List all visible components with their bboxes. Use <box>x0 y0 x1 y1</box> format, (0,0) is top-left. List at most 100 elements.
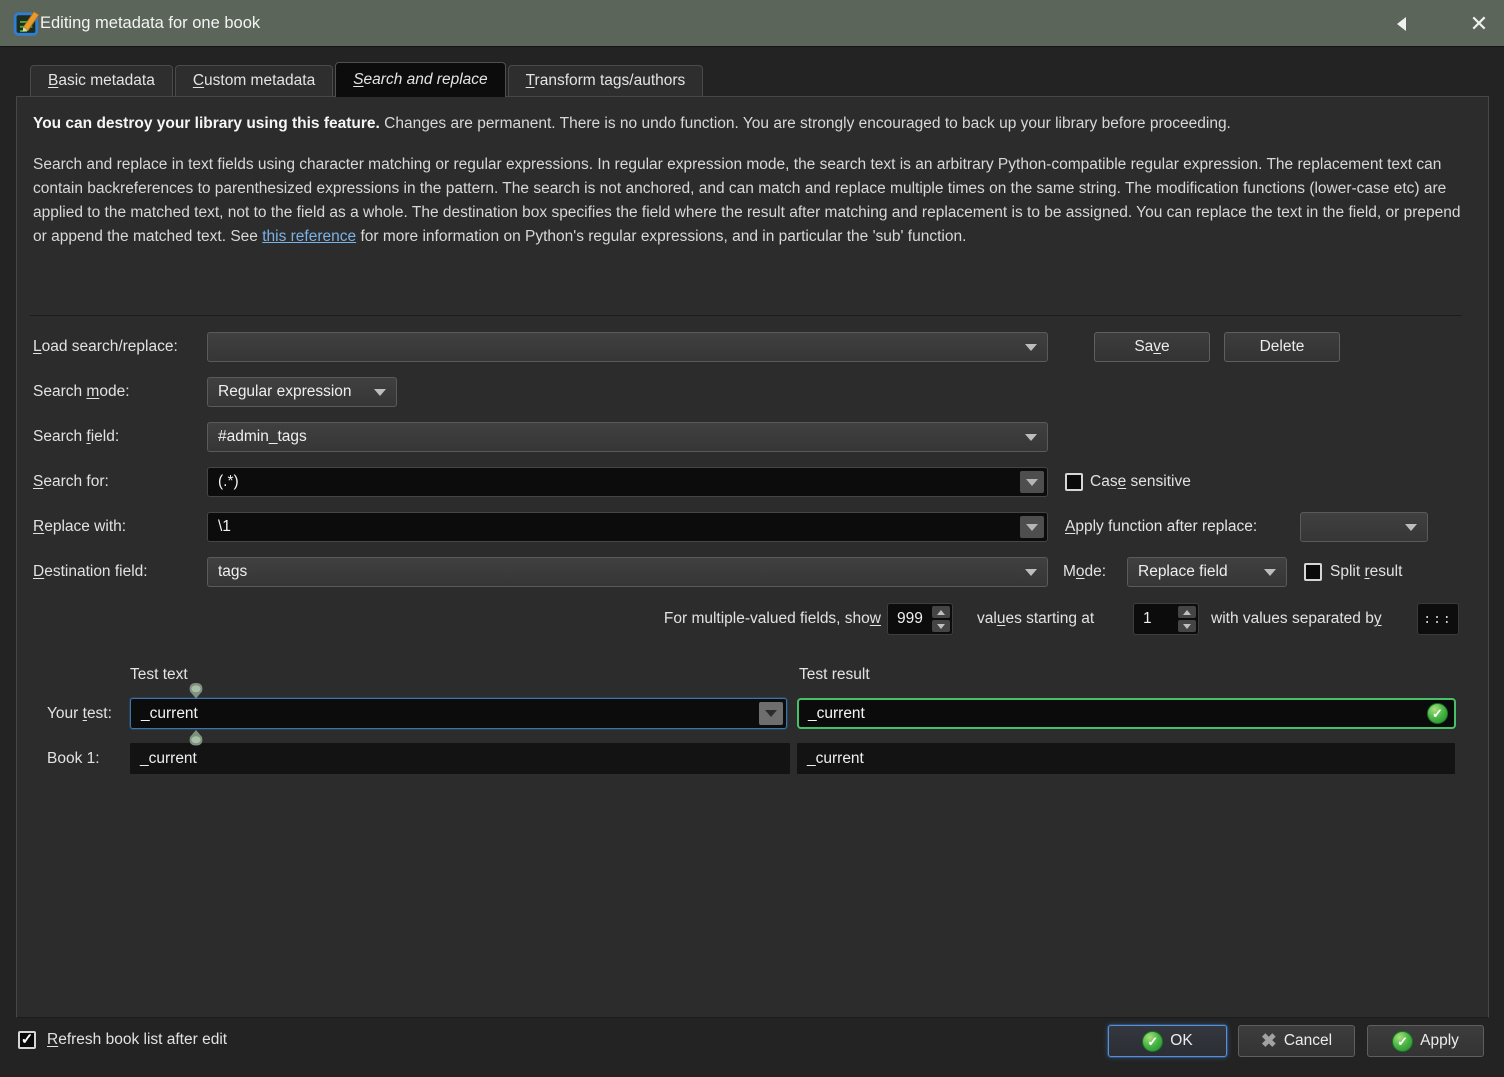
chevron-down-icon <box>1264 568 1276 576</box>
your-test-label: Your test: <box>47 705 112 722</box>
chevron-down-button[interactable] <box>1020 471 1044 493</box>
refresh-book-list-control[interactable]: ✓ Refresh book list after edit <box>18 1031 227 1049</box>
refresh-book-list-checkbox[interactable]: ✓ <box>18 1031 36 1049</box>
collapse-window-button[interactable] <box>1388 12 1414 36</box>
replace-with-row: Replace with: \1 Apply function after re… <box>0 512 1504 542</box>
collapse-arrow-icon <box>1396 17 1406 31</box>
search-mode-combo[interactable]: Regular expression <box>207 377 397 407</box>
chevron-down-icon <box>1026 523 1038 531</box>
chevron-down-icon <box>1026 478 1038 486</box>
replace-with-label: Replace with: <box>33 518 127 535</box>
text-selection-handle-top-icon[interactable] <box>185 682 207 699</box>
search-field-label: Search field: <box>33 428 120 445</box>
multi-show-label: For multiple-valued fields, show <box>663 610 881 627</box>
ok-check-icon: ✓ <box>1142 1030 1164 1052</box>
book1-test-result-field: _current <box>797 743 1455 774</box>
search-for-value: (.*) <box>218 473 239 490</box>
close-button[interactable]: ✕ <box>1460 6 1498 42</box>
destination-field-combo[interactable]: tags <box>207 557 1048 587</box>
your-test-row: Your test: _current _current ✓ <box>0 698 1504 729</box>
chevron-down-icon <box>374 388 386 396</box>
values-starting-at-label: values starting at <box>977 610 1095 627</box>
ok-button[interactable]: ✓ OK <box>1108 1025 1227 1057</box>
apply-check-icon: ✓ <box>1392 1030 1414 1052</box>
your-test-input[interactable]: _current <box>130 698 787 729</box>
search-field-row: Search field: #admin_tags <box>0 422 1504 452</box>
edit-metadata-icon <box>13 11 40 36</box>
save-button[interactable]: Save <box>1094 332 1210 362</box>
book1-test-text-value: _current <box>140 749 197 767</box>
start-at-spinbox[interactable]: 1 <box>1133 603 1199 635</box>
apply-button[interactable]: ✓ Apply <box>1367 1025 1484 1057</box>
split-result-label[interactable]: Split result <box>1330 557 1402 587</box>
chevron-down-icon <box>1405 523 1417 531</box>
search-mode-row: Search mode: Regular expression <box>0 377 1504 407</box>
apply-function-label: Apply function after replace: <box>1065 518 1258 535</box>
reference-link[interactable]: this reference <box>262 228 356 245</box>
spin-down-button[interactable] <box>1178 620 1196 632</box>
cancel-button[interactable]: ✖ Cancel <box>1238 1025 1355 1057</box>
warning-text: You can destroy your library using this … <box>33 112 1465 136</box>
separated-by-label: with values separated by <box>1211 610 1382 627</box>
test-result-header: Test result <box>799 666 870 683</box>
search-field-value: #admin_tags <box>218 428 307 445</box>
tab-transform-tags-authors[interactable]: Transform tags/authors <box>507 65 704 96</box>
chevron-down-button[interactable] <box>759 702 783 725</box>
load-search-replace-combo[interactable] <box>207 332 1048 362</box>
replace-with-value: \1 <box>218 518 231 535</box>
book1-test-result-value: _current <box>807 749 864 767</box>
spin-down-icon <box>1183 623 1191 629</box>
your-test-value: _current <box>141 704 198 722</box>
destination-field-value: tags <box>218 563 248 580</box>
multi-show-value: 999 <box>897 610 923 627</box>
tab-search-and-replace[interactable]: Search and replace <box>335 62 506 97</box>
book1-row: Book 1: _current _current <box>0 743 1504 774</box>
chevron-down-button[interactable] <box>1020 516 1044 538</box>
replace-with-combo[interactable]: \1 <box>207 512 1048 542</box>
separator-value: ::: <box>1423 611 1453 627</box>
mode-label: Mode: <box>1063 563 1107 580</box>
refresh-book-list-label[interactable]: Refresh book list after edit <box>47 1031 227 1049</box>
description-after-link: for more information on Python's regular… <box>356 228 967 245</box>
section-divider <box>30 315 1462 316</box>
cancel-button-label: Cancel <box>1283 1032 1333 1049</box>
search-for-label: Search for: <box>33 473 109 490</box>
ok-button-label: OK <box>1170 1032 1193 1049</box>
tab-basic-metadata[interactable]: Basic metadata <box>30 65 173 96</box>
search-mode-label: Search mode: <box>33 383 130 400</box>
your-test-result-field: _current ✓ <box>797 698 1456 729</box>
load-search-replace-label: Load search/replace: <box>33 338 178 355</box>
spin-up-icon <box>937 609 945 615</box>
success-check-icon: ✓ <box>1427 703 1448 724</box>
case-sensitive-checkbox[interactable]: ✓ <box>1065 473 1083 491</box>
apply-function-combo[interactable] <box>1300 512 1428 542</box>
chevron-down-icon <box>765 710 777 717</box>
text-selection-handle-bottom-icon[interactable] <box>185 729 207 746</box>
search-field-combo[interactable]: #admin_tags <box>207 422 1048 452</box>
separator-input[interactable]: ::: <box>1417 603 1459 635</box>
window-title: Editing metadata for one book <box>40 14 261 32</box>
checkbox-check-icon: ✓ <box>20 1030 34 1048</box>
search-for-row: Search for: (.*) ✓ Case sensitive <box>0 467 1504 497</box>
chevron-down-icon <box>1025 568 1037 576</box>
spin-down-button[interactable] <box>932 620 950 632</box>
edit-metadata-dialog: Editing metadata for one book ✕ Basic me… <box>0 0 1504 1077</box>
destination-field-row: Destination field: tags Mode: Replace fi… <box>0 557 1504 587</box>
your-test-result-value: _current <box>808 704 865 722</box>
delete-button[interactable]: Delete <box>1224 332 1340 362</box>
load-search-replace-row: Load search/replace: Save Delete <box>0 332 1504 362</box>
spin-down-icon <box>937 623 945 629</box>
spin-up-icon <box>1183 609 1191 615</box>
multi-show-spinbox[interactable]: 999 <box>887 603 953 635</box>
mode-value: Replace field <box>1138 563 1228 580</box>
spin-up-button[interactable] <box>932 606 950 618</box>
tab-custom-metadata[interactable]: Custom metadata <box>174 65 334 96</box>
mode-combo[interactable]: Replace field <box>1127 557 1287 587</box>
split-result-checkbox[interactable]: ✓ <box>1304 563 1322 581</box>
book1-label: Book 1: <box>47 750 100 767</box>
test-text-header: Test text <box>130 666 188 683</box>
spin-up-button[interactable] <box>1178 606 1196 618</box>
warning-rest: Changes are permanent. There is no undo … <box>379 115 1231 132</box>
search-for-combo[interactable]: (.*) <box>207 467 1048 497</box>
case-sensitive-label[interactable]: Case sensitive <box>1090 467 1191 497</box>
